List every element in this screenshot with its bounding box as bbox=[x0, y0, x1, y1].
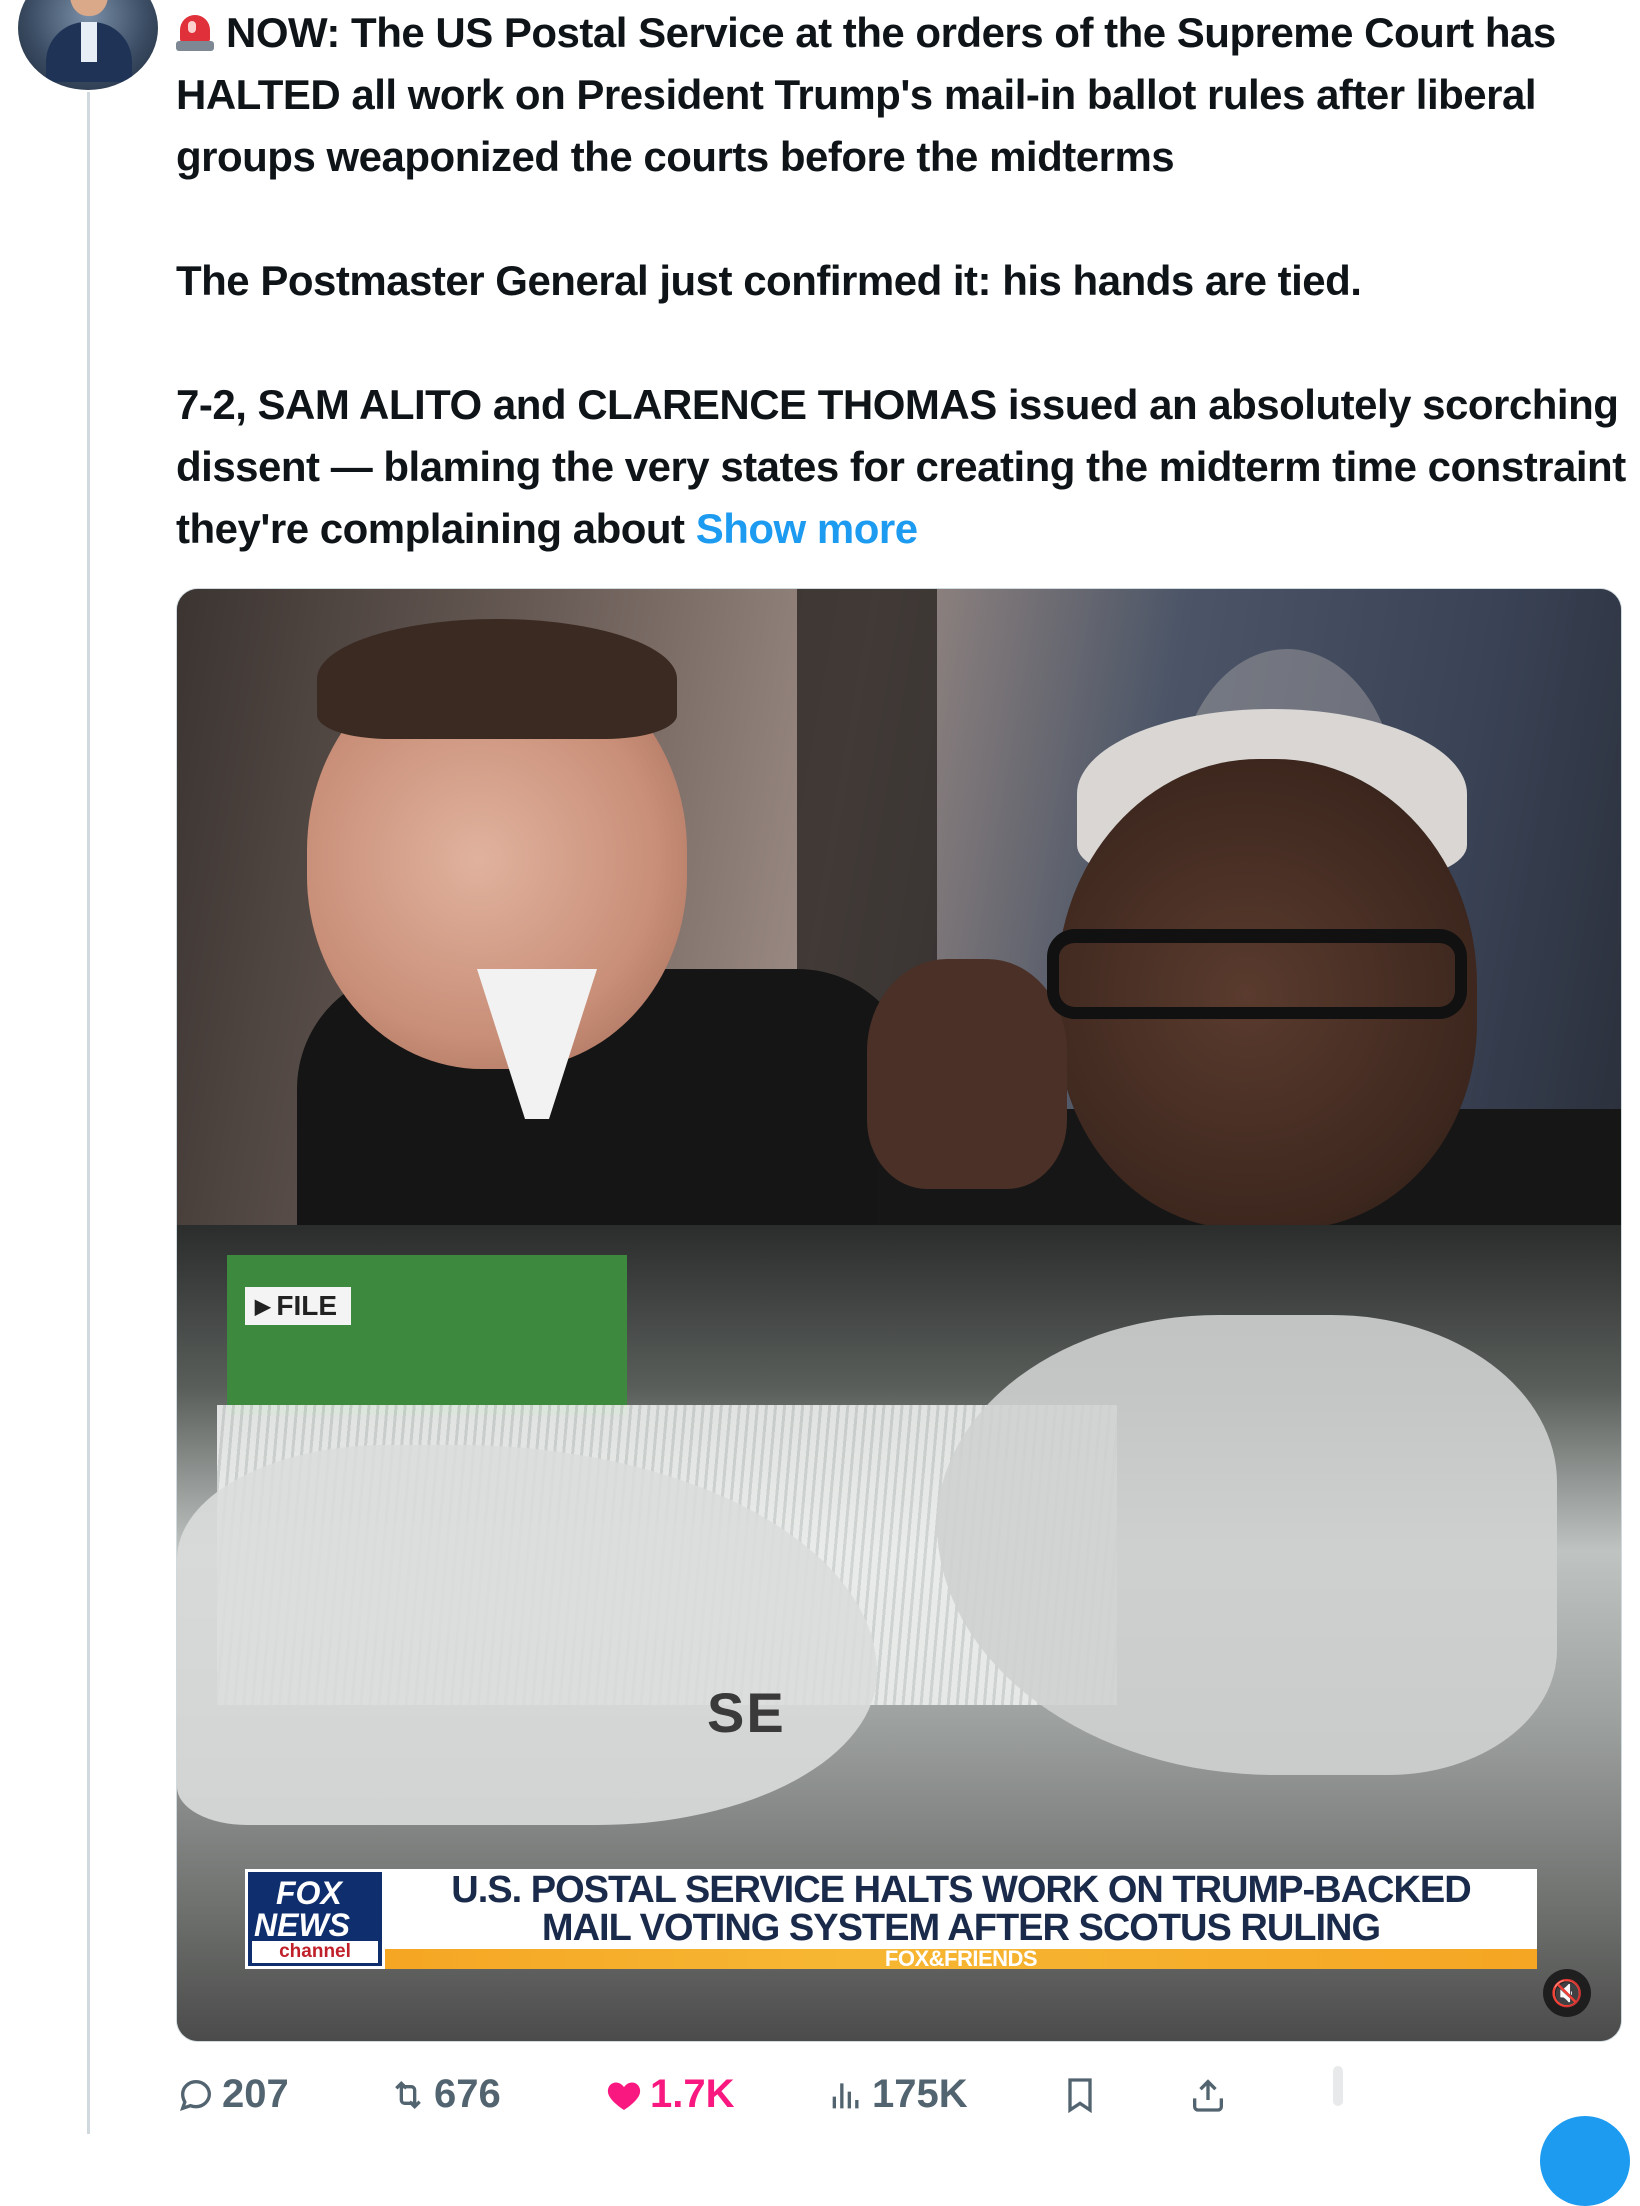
logo-news-text: NEWS bbox=[254, 1907, 350, 1943]
logo-fox-text: FOX bbox=[276, 1875, 342, 1911]
tweet-paragraph-1: NOW: The US Postal Service at the orders… bbox=[176, 2, 1626, 188]
rotating-light-icon bbox=[176, 11, 214, 53]
justices-photo bbox=[177, 589, 1621, 1229]
chyron-show-bar: FOX&FRIENDS bbox=[385, 1946, 1537, 1971]
logo-channel-text: channel bbox=[252, 1941, 378, 1963]
share-icon bbox=[1193, 2079, 1223, 2112]
show-more-link[interactable]: Show more bbox=[696, 505, 918, 552]
bookmark-icon bbox=[1068, 2078, 1092, 2114]
repost-count: 676 bbox=[434, 2072, 501, 2116]
chyron-show-name: FOX&FRIENDS bbox=[884, 1946, 1038, 1971]
ballot-partial-label: SE bbox=[707, 1681, 786, 1744]
tweet-paragraph-3: 7-2, SAM ALITO and CLARENCE THOMAS issue… bbox=[176, 374, 1626, 560]
fox-news-logo: FOX NEWS channel bbox=[245, 1869, 385, 1969]
tweet-paragraph-2: The Postmaster General just confirmed it… bbox=[176, 257, 1362, 304]
bookmark-button[interactable] bbox=[1060, 2064, 1100, 2124]
thread-line bbox=[87, 92, 90, 2134]
news-chyron: FOX NEWS channel U.S. POSTAL SERVICE HAL… bbox=[245, 1869, 1537, 1971]
views-count: 175K bbox=[872, 2072, 968, 2116]
chyron-line-2: MAIL VOTING SYSTEM AFTER SCOTUS RULING bbox=[541, 1907, 1381, 1949]
heart-icon bbox=[607, 2082, 641, 2110]
tweet-paragraph-1-text: NOW: The US Postal Service at the orders… bbox=[176, 9, 1556, 180]
share-button[interactable] bbox=[1188, 2064, 1228, 2124]
tweet-actions: 207 676 1.7K 175K bbox=[176, 2064, 1640, 2124]
repost-button[interactable]: 676 bbox=[388, 2064, 501, 2124]
reply-button[interactable]: 207 bbox=[176, 2064, 289, 2124]
chyron-headline: U.S. POSTAL SERVICE HALTS WORK ON TRUMP-… bbox=[385, 1869, 1537, 1949]
reply-count: 207 bbox=[222, 2072, 289, 2116]
compose-fab[interactable] bbox=[1540, 2116, 1630, 2206]
avatar[interactable] bbox=[18, 0, 158, 90]
avatar-face bbox=[70, 0, 108, 16]
views-icon bbox=[832, 2083, 859, 2109]
play-triangle-icon: ▶ bbox=[255, 1296, 271, 1318]
like-count: 1.7K bbox=[650, 2072, 735, 2116]
repost-icon bbox=[395, 2080, 421, 2110]
tweet-media[interactable]: SE ▶ FILE FOX NEWS channel U.S. POSTAL SE… bbox=[176, 588, 1622, 2042]
avatar-shirt bbox=[81, 22, 97, 62]
like-button[interactable]: 1.7K bbox=[604, 2064, 735, 2124]
mute-icon[interactable]: 🔇 bbox=[1543, 1969, 1591, 2017]
views-button[interactable]: 175K bbox=[826, 2064, 968, 2124]
file-tag-label: FILE bbox=[276, 1290, 338, 1321]
reply-icon bbox=[179, 2079, 212, 2112]
file-tag: ▶ FILE bbox=[245, 1287, 352, 1325]
scroll-grip[interactable] bbox=[1333, 2066, 1343, 2106]
tweet-text: NOW: The US Postal Service at the orders… bbox=[176, 2, 1626, 560]
chyron-line-1: U.S. POSTAL SERVICE HALTS WORK ON TRUMP-… bbox=[451, 1869, 1471, 1911]
